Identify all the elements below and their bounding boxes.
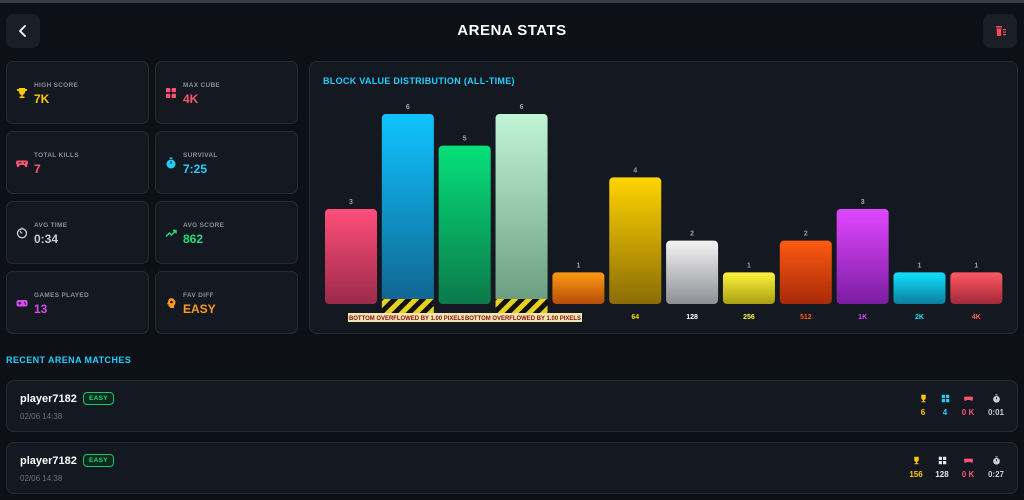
stat-value: EASY: [183, 302, 216, 316]
recent-matches-title: RECENT ARENA MATCHES: [6, 355, 132, 365]
stat-card-avg-score: AVG SCORE 862: [155, 201, 298, 264]
stat-card-max-cube: MAX CUBE 4K: [155, 61, 298, 124]
bar-value-label: 6: [520, 104, 524, 111]
overflow-banner-text: BOTTOM OVERFLOWED BY 1.00 PIXELS: [465, 316, 581, 322]
bar-value-label: 2: [804, 231, 808, 238]
overflow-warning-strip: [381, 299, 434, 313]
match-time: 0:27: [981, 456, 1011, 479]
delete-stats-button[interactable]: [983, 14, 1017, 48]
chart-bar: [779, 240, 832, 304]
category-label: 256: [743, 314, 755, 321]
match-date: 02/06 14:38: [20, 474, 63, 483]
stat-label: AVG SCORE: [183, 222, 225, 229]
stat-value: 7:25: [183, 162, 208, 176]
stat-value: 13: [34, 302, 48, 316]
chart-bar: [836, 209, 889, 304]
chart-bar: [438, 145, 491, 304]
difficulty-badge: EASY: [83, 392, 114, 405]
overflow-banner-text: BOTTOM OVERFLOWED BY 1.00 PIXELS: [349, 316, 465, 322]
bar-value-label: 1: [747, 262, 751, 269]
controller-icon: [16, 300, 28, 307]
chart-bar: [666, 240, 719, 304]
bar-value-label: 3: [349, 199, 353, 206]
timer-icon: [16, 227, 28, 239]
bar-value-label: 1: [918, 262, 922, 269]
page-title: ARENA STATS: [457, 22, 567, 39]
trending-up-icon: [165, 229, 177, 237]
bar-value-label: 3: [861, 199, 865, 206]
stat-label: MAX CUBE: [183, 82, 221, 89]
match-kills-value: 0 K: [961, 408, 975, 417]
stat-value: 7K: [34, 92, 50, 106]
stat-card-high-score: HIGH SCORE 7K: [6, 61, 149, 124]
gamepad-icon: [963, 396, 973, 402]
stopwatch-icon: [992, 394, 1000, 403]
stat-value: 0:34: [34, 232, 59, 246]
trophy-icon: [16, 88, 28, 98]
stopwatch-icon: [166, 157, 176, 169]
stat-value: 4K: [183, 92, 199, 106]
stat-label: TOTAL KILLS: [34, 152, 79, 159]
bar-value-label: 4: [633, 167, 637, 174]
grid-icon: [941, 394, 949, 403]
category-label: 64: [631, 314, 639, 321]
overflow-warning-strip: [495, 299, 548, 313]
bar-value-label: 1: [576, 262, 580, 269]
chart-bar: [950, 272, 1003, 304]
match-row[interactable]: player7182 EASY 02/06 14:38 156 128 0 K …: [6, 442, 1018, 494]
category-label: 2K: [915, 314, 924, 321]
match-time-value: 0:01: [987, 408, 1004, 417]
chart-bar: [722, 272, 775, 304]
stat-card-fav-diff: FAV DIFF EASY: [155, 271, 298, 334]
chart-bar: [381, 114, 434, 304]
chart-bar: [893, 272, 946, 304]
stat-card-games-played: GAMES PLAYED 13: [6, 271, 149, 334]
bar-value-label: 6: [406, 104, 410, 111]
bar-value-label: 5: [463, 136, 467, 143]
stat-value: 7: [34, 162, 41, 176]
category-label: 1K: [858, 314, 867, 321]
match-time: 0:01: [981, 394, 1011, 417]
stopwatch-icon: [992, 456, 1000, 465]
gamepad-icon: [963, 458, 973, 464]
match-kills: 0 K: [953, 456, 983, 479]
block-distribution-chart: BLOCK VALUE DISTRIBUTION (ALL-TIME) 3656…: [309, 61, 1018, 334]
chart-bar: [609, 177, 662, 304]
match-time-value: 0:27: [987, 470, 1004, 479]
stat-card-survival: SURVIVAL 7:25: [155, 131, 298, 194]
chart-bar: [495, 114, 548, 304]
bar-value-label: 2: [690, 231, 694, 238]
match-player-name: player7182: [20, 393, 77, 405]
match-player-name: player7182: [20, 455, 77, 467]
brain-icon: [167, 298, 176, 308]
stat-label: GAMES PLAYED: [34, 292, 90, 299]
grid-icon: [166, 88, 176, 98]
category-label: 128: [686, 314, 698, 321]
chart-bar: [325, 209, 377, 304]
chart-bar: [552, 272, 605, 304]
trophy-icon: [920, 394, 926, 403]
match-row[interactable]: player7182 EASY 02/06 14:38 6 4 0 K 0:01: [6, 380, 1018, 432]
stat-card-total-kills: TOTAL KILLS 7: [6, 131, 149, 194]
difficulty-badge: EASY: [83, 454, 114, 467]
stat-label: AVG TIME: [34, 222, 68, 229]
category-label: 512: [800, 314, 812, 321]
stat-value: 862: [183, 232, 204, 246]
bar-value-label: 1: [974, 262, 978, 269]
stat-label: FAV DIFF: [183, 292, 214, 299]
match-kills: 0 K: [953, 394, 983, 417]
match-date: 02/06 14:38: [20, 412, 63, 421]
stat-label: SURVIVAL: [183, 152, 218, 159]
bar-chart: 3 6 5 6 1 4 64 2 128 1 256 2 512 3 1K 1 2K 1 4K BOTTOM OVER…: [325, 104, 1003, 322]
match-kills-value: 0 K: [961, 470, 975, 479]
grid-icon: [938, 456, 946, 465]
window-top-border: [0, 0, 1024, 3]
gamepad-icon: [16, 160, 28, 168]
trophy-icon: [913, 456, 919, 465]
category-label: 4K: [972, 314, 981, 321]
stat-label: HIGH SCORE: [34, 82, 79, 89]
trash-icon: [996, 26, 1006, 36]
stat-card-avg-time: AVG TIME 0:34: [6, 201, 149, 264]
